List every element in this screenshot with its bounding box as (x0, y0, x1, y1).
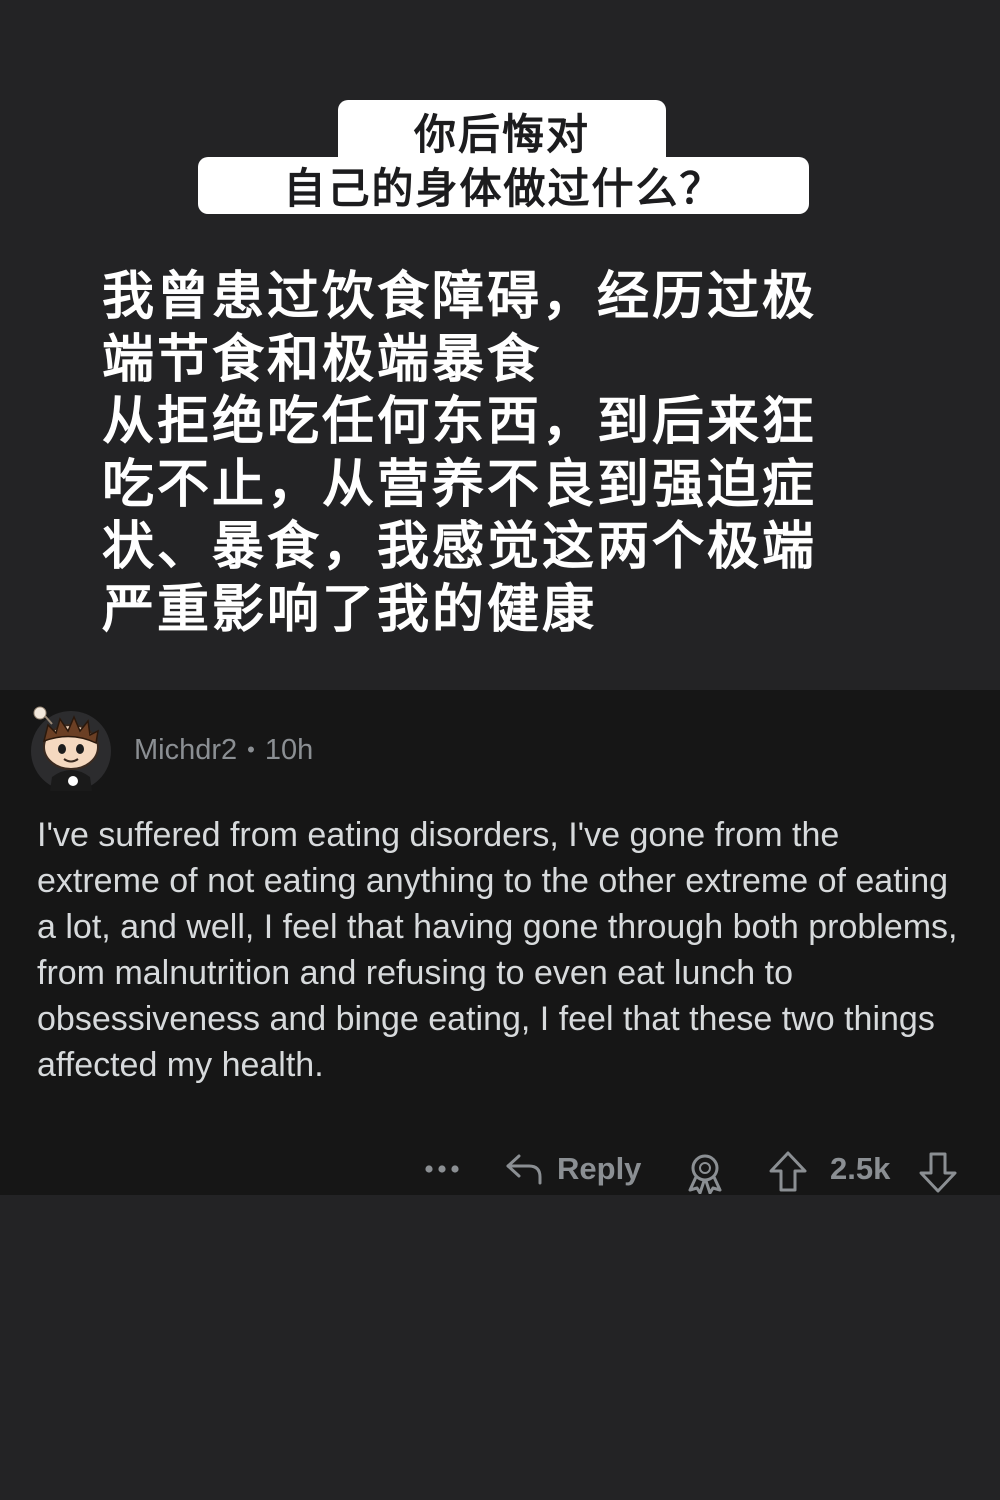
reply-icon (505, 1152, 543, 1186)
upvote-icon (768, 1150, 808, 1194)
post-text-line: 状、暴食，我感觉这两个极端 (102, 517, 818, 577)
meta-separator: • (247, 737, 255, 762)
vote-count: 2.5k (830, 1151, 891, 1186)
snoo-avatar-icon (31, 706, 111, 791)
downvote-button[interactable] (918, 1146, 958, 1198)
reply-button[interactable]: Reply (505, 1143, 641, 1195)
comment-timestamp: 10h (264, 733, 314, 766)
comment-meta: Michdr2 • 10h (134, 730, 313, 770)
post-text-line: 我曾患过饮食障碍，经历过极 (102, 267, 818, 327)
post-text-line: 从拒绝吃任何东西，到后来狂 (102, 392, 818, 452)
downvote-icon (918, 1150, 958, 1194)
comment-username[interactable]: Michdr2 (134, 734, 237, 767)
award-button[interactable] (686, 1147, 724, 1199)
more-options-button[interactable] (424, 1150, 464, 1188)
user-avatar[interactable] (30, 705, 112, 791)
post-title-line-1: 你后悔对 (338, 100, 666, 162)
post-text-line: 吃不止，从营养不良到强迫症 (102, 454, 818, 515)
award-icon (686, 1152, 724, 1194)
post-body-text: 我曾患过饮食障碍，经历过极 端节食和极端暴食 从拒绝吃任何东西，到后来狂 吃不止… (102, 266, 892, 641)
comment-body: I've suffered from eating disorders, I'v… (37, 816, 958, 1084)
reply-label: Reply (557, 1151, 642, 1186)
post-title-line-2: 自己的身体做过什么？ (198, 157, 809, 214)
post-text-line: 严重影响了我的健康 (102, 579, 598, 640)
upvote-button[interactable] (768, 1146, 808, 1198)
more-icon (424, 1164, 460, 1174)
post-text-line: 端节食和极端暴食 (102, 329, 543, 390)
